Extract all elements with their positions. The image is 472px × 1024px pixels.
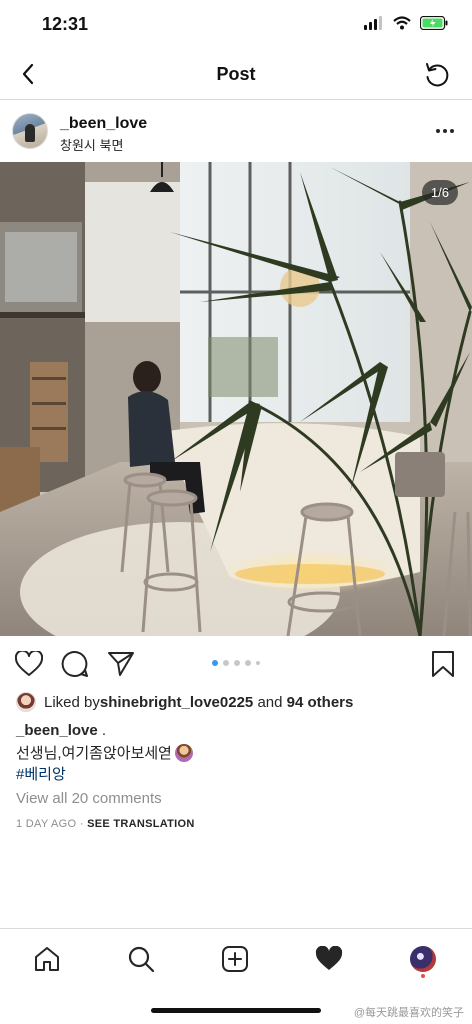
tab-activity[interactable]: [313, 943, 345, 975]
activity-heart-icon: [315, 946, 343, 970]
likes-row[interactable]: Liked by shinebright_love0225 and 94 oth…: [16, 692, 353, 712]
post-location[interactable]: 창원시 북면: [60, 135, 123, 154]
carousel-dot: [234, 660, 240, 666]
more-icon-dot: [450, 129, 454, 133]
page-title: Post: [216, 64, 256, 84]
status-time: 12:31: [42, 14, 89, 34]
watermark: @每天跳最喜欢的笑子: [353, 1007, 464, 1019]
caption-username[interactable]: _been_love: [16, 722, 98, 739]
more-icon: [436, 129, 440, 133]
add-icon: [222, 946, 248, 972]
post-meta: 1 DAY AGO · SEE TRANSLATION: [16, 818, 195, 830]
likes-prefix: Liked by: [44, 693, 100, 711]
post-photo[interactable]: 1/6: [0, 162, 472, 636]
meta-separator: ·: [76, 818, 88, 830]
likes-others[interactable]: 94 others: [287, 694, 354, 711]
refresh-button[interactable]: [422, 60, 452, 90]
post-username[interactable]: _been_love: [60, 115, 147, 133]
carousel-dot: [245, 660, 251, 666]
liker-avatar: [16, 692, 36, 712]
carousel-dot: [212, 660, 218, 666]
home-indicator: [151, 1008, 321, 1013]
status-icons: [364, 16, 448, 30]
carousel-dot: [223, 660, 229, 666]
signal-icon: [364, 16, 382, 30]
tab-search[interactable]: [125, 943, 157, 975]
search-icon: [128, 946, 155, 973]
post-time-ago: 1 DAY AGO: [16, 818, 77, 830]
more-icon-dot: [443, 129, 447, 133]
bookmark-icon: [432, 651, 454, 677]
nav-header: Post: [0, 52, 472, 100]
carousel-dot: [256, 661, 260, 665]
caption-username-row: _been_love .: [16, 722, 106, 739]
post-actions: [0, 640, 472, 686]
bottom-tab-bar: [0, 928, 472, 992]
notification-dot: [421, 974, 425, 978]
view-comments-link[interactable]: View all 20 comments: [16, 790, 162, 807]
tab-home[interactable]: [31, 943, 63, 975]
bookmark-button[interactable]: [428, 649, 458, 679]
see-translation-link[interactable]: SEE TRANSLATION: [87, 818, 195, 830]
woman-emoji-icon: [174, 743, 193, 762]
battery-icon: [420, 16, 448, 30]
liker-username[interactable]: shinebright_love0225: [100, 694, 253, 711]
caption-hashtag[interactable]: #베리앙: [16, 763, 66, 784]
photo-counter-badge: 1/6: [421, 180, 458, 205]
caption-text-row: 선생님,여기좀앉아보세엳: [16, 742, 193, 763]
more-options-button[interactable]: [432, 120, 458, 142]
caption-suffix: .: [97, 722, 107, 739]
status-bar: 12:31: [0, 0, 472, 52]
carousel-indicator: [0, 660, 472, 666]
likes-middle: and: [253, 693, 287, 711]
wifi-icon: [393, 16, 411, 30]
caption-text: 선생님,여기좀앉아보세엳: [16, 745, 172, 762]
post-header: _been_love 창원시 북면: [0, 102, 472, 162]
home-icon: [35, 947, 59, 971]
refresh-icon: [426, 63, 449, 87]
profile-avatar-icon[interactable]: [410, 946, 436, 972]
avatar[interactable]: [12, 113, 48, 149]
cafe-interior-image: [0, 162, 472, 636]
tab-add-post[interactable]: [219, 943, 251, 975]
